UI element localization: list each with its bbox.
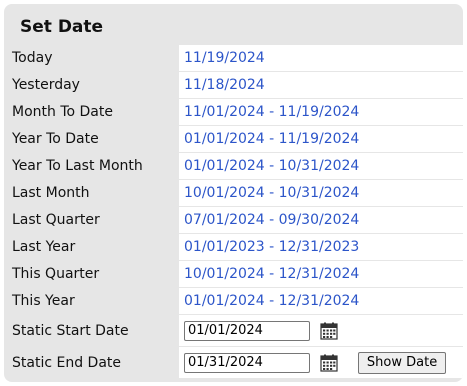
date-row-last-quarter: Last Quarter 07/01/2024 - 09/30/2024 bbox=[8, 206, 463, 234]
row-label: This Year bbox=[8, 287, 179, 315]
static-end-label: Static End Date bbox=[8, 346, 179, 379]
static-end-row: Static End Date 01/31/2024 Show Date bbox=[8, 346, 463, 379]
date-link-year-to-date[interactable]: 01/01/2024 - 11/19/2024 bbox=[184, 131, 359, 147]
static-start-date-input[interactable] bbox=[184, 320, 310, 341]
date-link-this-quarter[interactable]: 10/01/2024 - 12/31/2024 bbox=[184, 266, 359, 282]
row-label: This Quarter bbox=[8, 260, 179, 288]
date-options-table: Today 11/19/2024 Yesterday 11/18/2024 Mo… bbox=[8, 45, 463, 379]
date-link-last-month[interactable]: 10/01/2024 - 10/31/2024 bbox=[184, 185, 359, 201]
date-row-year-to-last-month: Year To Last Month 01/01/2024 - 10/31/20… bbox=[8, 152, 463, 180]
static-start-row: Static Start Date bbox=[8, 314, 463, 347]
calendar-icon[interactable] bbox=[320, 354, 339, 372]
show-date-button[interactable]: Show Date bbox=[357, 351, 447, 374]
static-end-date-input[interactable] bbox=[184, 352, 310, 373]
date-row-this-quarter: This Quarter 10/01/2024 - 12/31/2024 bbox=[8, 260, 463, 288]
date-row-today: Today 11/19/2024 bbox=[8, 45, 463, 72]
calendar-icon[interactable] bbox=[320, 322, 339, 340]
row-label: Last Quarter bbox=[8, 206, 179, 234]
date-link-year-to-last-month[interactable]: 01/01/2024 - 10/31/2024 bbox=[184, 158, 359, 174]
date-link-this-year[interactable]: 01/01/2024 - 12/31/2024 bbox=[184, 293, 359, 309]
panel-title: Set Date bbox=[20, 17, 104, 37]
date-row-yesterday: Yesterday 11/18/2024 bbox=[8, 71, 463, 99]
date-link-today[interactable]: 11/19/2024 bbox=[184, 50, 265, 66]
set-date-panel: Set Date Today 11/19/2024 Yesterday 11/1… bbox=[4, 4, 463, 382]
date-row-month-to-date: Month To Date 11/01/2024 - 11/19/2024 bbox=[8, 98, 463, 126]
row-label: Month To Date bbox=[8, 98, 179, 126]
date-link-last-year[interactable]: 01/01/2023 - 12/31/2023 bbox=[184, 239, 359, 255]
date-row-last-year: Last Year 01/01/2023 - 12/31/2023 bbox=[8, 233, 463, 261]
row-label: Year To Last Month bbox=[8, 152, 179, 180]
row-label: Year To Date bbox=[8, 125, 179, 153]
row-label: Last Month bbox=[8, 179, 179, 207]
date-link-month-to-date[interactable]: 11/01/2024 - 11/19/2024 bbox=[184, 104, 359, 120]
date-row-this-year: This Year 01/01/2024 - 12/31/2024 bbox=[8, 287, 463, 315]
static-start-label: Static Start Date bbox=[8, 314, 179, 347]
date-link-last-quarter[interactable]: 07/01/2024 - 09/30/2024 bbox=[184, 212, 359, 228]
date-row-year-to-date: Year To Date 01/01/2024 - 11/19/2024 bbox=[8, 125, 463, 153]
row-label: Last Year bbox=[8, 233, 179, 261]
row-label: Yesterday bbox=[8, 71, 179, 99]
date-row-last-month: Last Month 10/01/2024 - 10/31/2024 bbox=[8, 179, 463, 207]
row-label: Today bbox=[8, 45, 179, 72]
date-link-yesterday[interactable]: 11/18/2024 bbox=[184, 77, 265, 93]
